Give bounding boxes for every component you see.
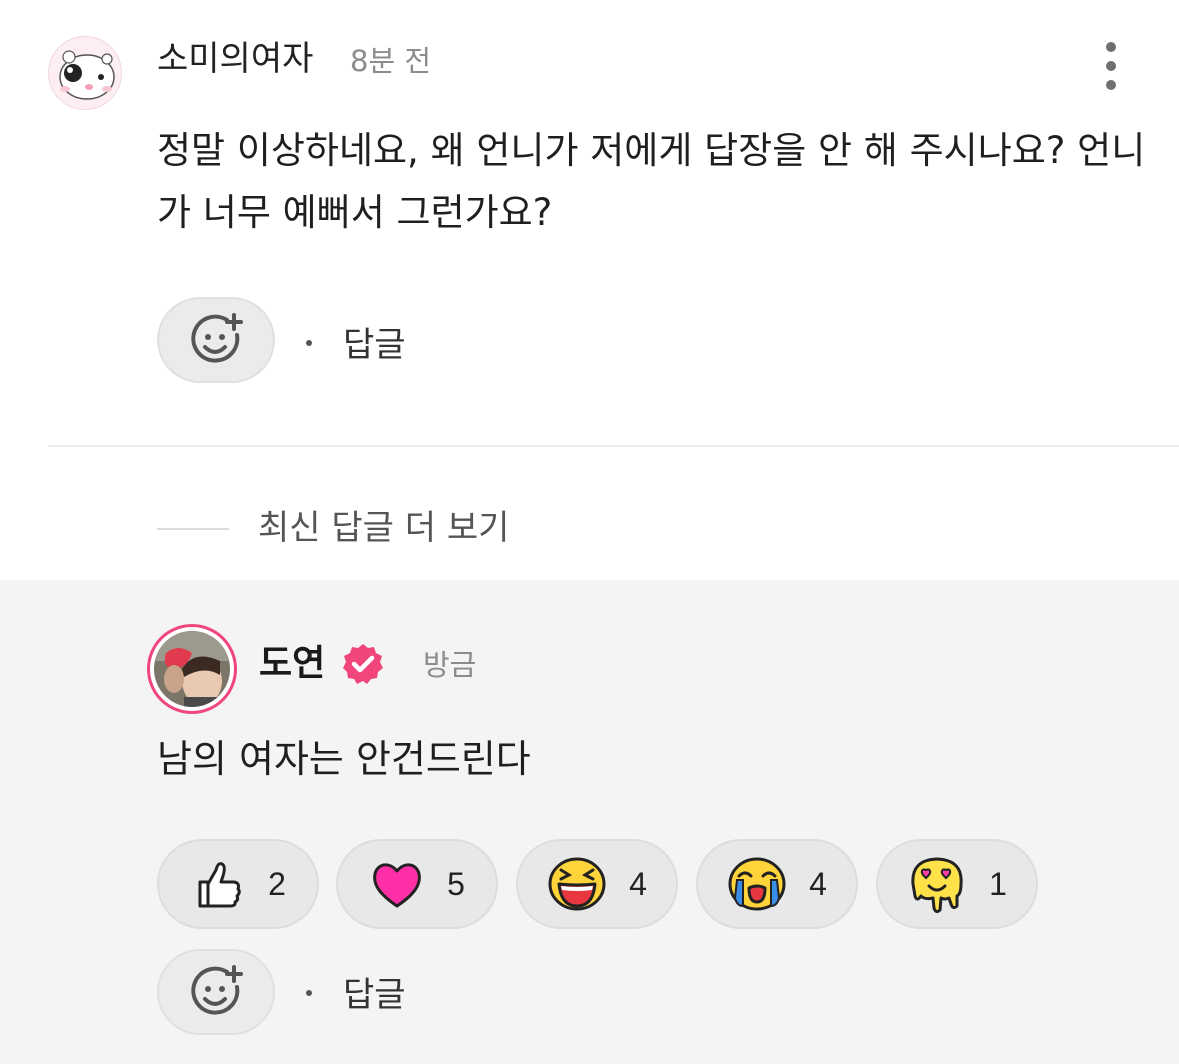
reaction-melting-button[interactable]: 1 [876,839,1038,929]
user-avatar[interactable] [48,36,122,110]
divider [48,445,1179,447]
add-reaction-button[interactable] [157,949,275,1035]
reaction-thumbs-up-button[interactable]: 2 [157,839,319,929]
add-reaction-icon [191,965,243,1015]
comment-text: 정말 이상하네요, 왜 언니가 저에게 답장을 안 해 주시나요? 언니가 너무… [157,129,1146,234]
reaction-laughing-button[interactable]: 4 [516,839,678,929]
reaction-count: 5 [447,865,465,902]
reply-timestamp: 방금 [423,648,477,682]
separator-dot [306,340,312,346]
reply-button[interactable]: 답글 [343,322,406,368]
reply-button[interactable]: 답글 [343,972,406,1018]
laughing-face-icon [548,857,606,911]
add-reaction-button[interactable] [157,297,275,383]
reply-text: 남의 여자는 안건드린다 [157,737,531,781]
thumbs-up-icon [198,862,241,908]
more-replies-line [157,528,229,530]
comment-timestamp: 8분 전 [350,44,432,78]
reply-username[interactable]: 도연 [259,640,325,688]
hamster-avatar-image [49,37,121,109]
view-more-replies-button[interactable]: 최신 답글 더 보기 [258,505,509,551]
more-options-button[interactable] [1096,40,1126,92]
reaction-crying-button[interactable]: 4 [696,839,858,929]
separator-dot [306,990,312,996]
reaction-count: 4 [629,865,647,902]
comment-username[interactable]: 소미의여자 [157,36,313,82]
verified-badge-icon [343,644,383,684]
verified-badge [341,642,385,686]
reaction-count: 2 [268,865,286,902]
reaction-count: 4 [809,865,827,902]
heart-icon [373,863,421,908]
melting-heart-eyes-icon [911,857,963,914]
user-photo-image [154,631,230,707]
add-reaction-icon [191,313,243,363]
reaction-count: 1 [989,865,1007,902]
reaction-heart-button[interactable]: 5 [336,839,498,929]
crying-face-icon [728,857,786,911]
reply-avatar[interactable] [147,624,237,714]
more-vertical-icon [1106,42,1116,52]
